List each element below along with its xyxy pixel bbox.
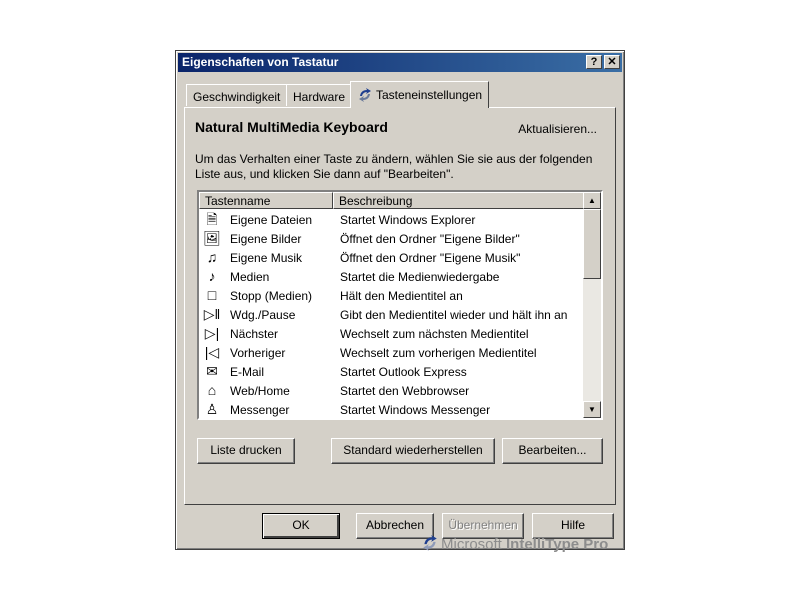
tab-label: Geschwindigkeit — [193, 90, 281, 104]
key-description: Öffnet den Ordner "Eigene Bilder" — [340, 232, 520, 246]
key-name: E-Mail — [230, 365, 265, 379]
key-description: Gibt den Medientitel wieder und hält ihn… — [340, 308, 568, 322]
list-rows: 🗎 Eigene Dateien Startet Windows Explorer 🖼… — [199, 210, 585, 418]
stop-icon: □ — [207, 287, 217, 303]
key-name: Eigene Bilder — [230, 232, 302, 246]
key-name: Eigene Dateien — [230, 213, 313, 227]
column-header-beschreibung[interactable]: Beschreibung — [333, 192, 585, 209]
column-header-tastenname[interactable]: Tastenname — [199, 192, 333, 209]
tab-hardware[interactable]: Hardware — [286, 84, 353, 106]
list-item[interactable]: ♙ Messenger Startet Windows Messenger — [199, 400, 585, 418]
key-description: Startet den Webbrowser — [340, 384, 470, 398]
key-description: Wechselt zum vorherigen Medientitel — [340, 346, 537, 360]
list-item[interactable]: 🖼 Eigene Bilder Öffnet den Ordner "Eigene … — [199, 229, 585, 248]
pictures-icon: 🖼 — [203, 230, 221, 246]
tab-label: Hardware — [293, 90, 346, 104]
key-name: Messenger — [230, 403, 290, 417]
key-name: Eigene Musik — [230, 251, 303, 265]
keyboard-name: Natural MultiMedia Keyboard — [195, 119, 388, 135]
email-icon: ✉ — [206, 363, 218, 379]
next-track-icon: ▷| — [204, 325, 220, 341]
key-list[interactable]: Tastenname Beschreibung 🗎 Eigene Dateien S… — [197, 190, 603, 420]
messenger-icon: ♙ — [205, 401, 219, 417]
tab-label: Tasteneinstellungen — [376, 88, 483, 102]
list-item[interactable]: ✉ E-Mail Startet Outlook Express — [199, 362, 585, 381]
music-folder-icon: ♫ — [206, 249, 218, 265]
list-item[interactable]: 🗎 Eigene Dateien Startet Windows Explorer — [199, 210, 585, 229]
key-description: Startet Windows Explorer — [340, 213, 476, 227]
brand-product: IntelliType Pro — [506, 536, 609, 553]
refresh-link[interactable]: Aktualisieren... — [518, 122, 597, 136]
list-header: Tastenname Beschreibung — [199, 192, 585, 209]
key-description: Startet die Medienwiedergabe — [340, 270, 500, 284]
documents-icon: 🗎 — [206, 211, 218, 227]
list-item[interactable]: ♫ Eigene Musik Öffnet den Ordner "Eigene M… — [199, 248, 585, 267]
intellitype-icon — [359, 88, 371, 102]
key-name: Stopp (Medien) — [230, 289, 313, 303]
brand-prefix: Microsoft — [441, 536, 507, 553]
scroll-up-button[interactable]: ▲ — [583, 192, 601, 209]
key-description: Startet Outlook Express — [340, 365, 467, 379]
instructions-text: Um das Verhalten einer Taste zu ändern, … — [195, 152, 593, 181]
ok-button[interactable]: OK — [262, 513, 340, 539]
window-title: Eigenschaften von Tastatur — [182, 55, 339, 69]
key-description: Hält den Medientitel an — [340, 289, 463, 303]
list-item[interactable]: |◁ Vorheriger Wechselt zum vorherigen Medi… — [199, 343, 585, 362]
previous-track-icon: |◁ — [204, 344, 220, 360]
intellitype-logo-icon — [423, 535, 437, 551]
close-button[interactable]: ✕ — [604, 55, 620, 69]
title-bar[interactable]: Eigenschaften von Tastatur ? ✕ — [178, 53, 622, 72]
list-item[interactable]: ⌂ Web/Home Startet den Webbrowser — [199, 381, 585, 400]
tab-geschwindigkeit[interactable]: Geschwindigkeit — [186, 84, 288, 106]
print-list-button[interactable]: Liste drucken — [197, 438, 295, 464]
tab-tasteneinstellungen[interactable]: Tasteneinstellungen — [350, 81, 490, 108]
properties-dialog: Eigenschaften von Tastatur ? ✕ Geschwind… — [175, 50, 625, 553]
key-name: Web/Home — [230, 384, 290, 398]
list-item[interactable]: ♪ Medien Startet die Medienwiedergabe — [199, 267, 585, 286]
list-item[interactable]: ▷‖ Wdg./Pause Gibt den Medientitel wieder … — [199, 305, 585, 324]
help-button[interactable]: ? — [586, 55, 602, 69]
brand-logo: Microsoft IntelliType Pro — [421, 534, 621, 553]
restore-defaults-button[interactable]: Standard wiederherstellen — [331, 438, 495, 464]
vertical-scrollbar[interactable]: ▲ ▼ — [583, 192, 601, 418]
key-description: Öffnet den Ordner "Eigene Musik" — [340, 251, 521, 265]
key-name: Medien — [230, 270, 270, 284]
list-item[interactable]: □ Stopp (Medien) Hält den Medientitel an — [199, 286, 585, 305]
key-description: Wechselt zum nächsten Medientitel — [340, 327, 529, 341]
scroll-thumb[interactable] — [583, 209, 601, 279]
play-pause-icon: ▷‖ — [203, 306, 221, 322]
key-name: Nächster — [230, 327, 279, 341]
key-description: Startet Windows Messenger — [340, 403, 491, 417]
key-name: Vorheriger — [230, 346, 286, 360]
key-name: Wdg./Pause — [230, 308, 296, 322]
scroll-down-button[interactable]: ▼ — [583, 401, 601, 418]
music-note-icon: ♪ — [208, 268, 216, 284]
home-icon: ⌂ — [207, 382, 217, 398]
tab-panel: Natural MultiMedia Keyboard Aktualisiere… — [184, 107, 616, 553]
list-item[interactable]: ▷| Nächster Wechselt zum nächsten Medienti… — [199, 324, 585, 343]
edit-button[interactable]: Bearbeiten... — [502, 438, 603, 464]
